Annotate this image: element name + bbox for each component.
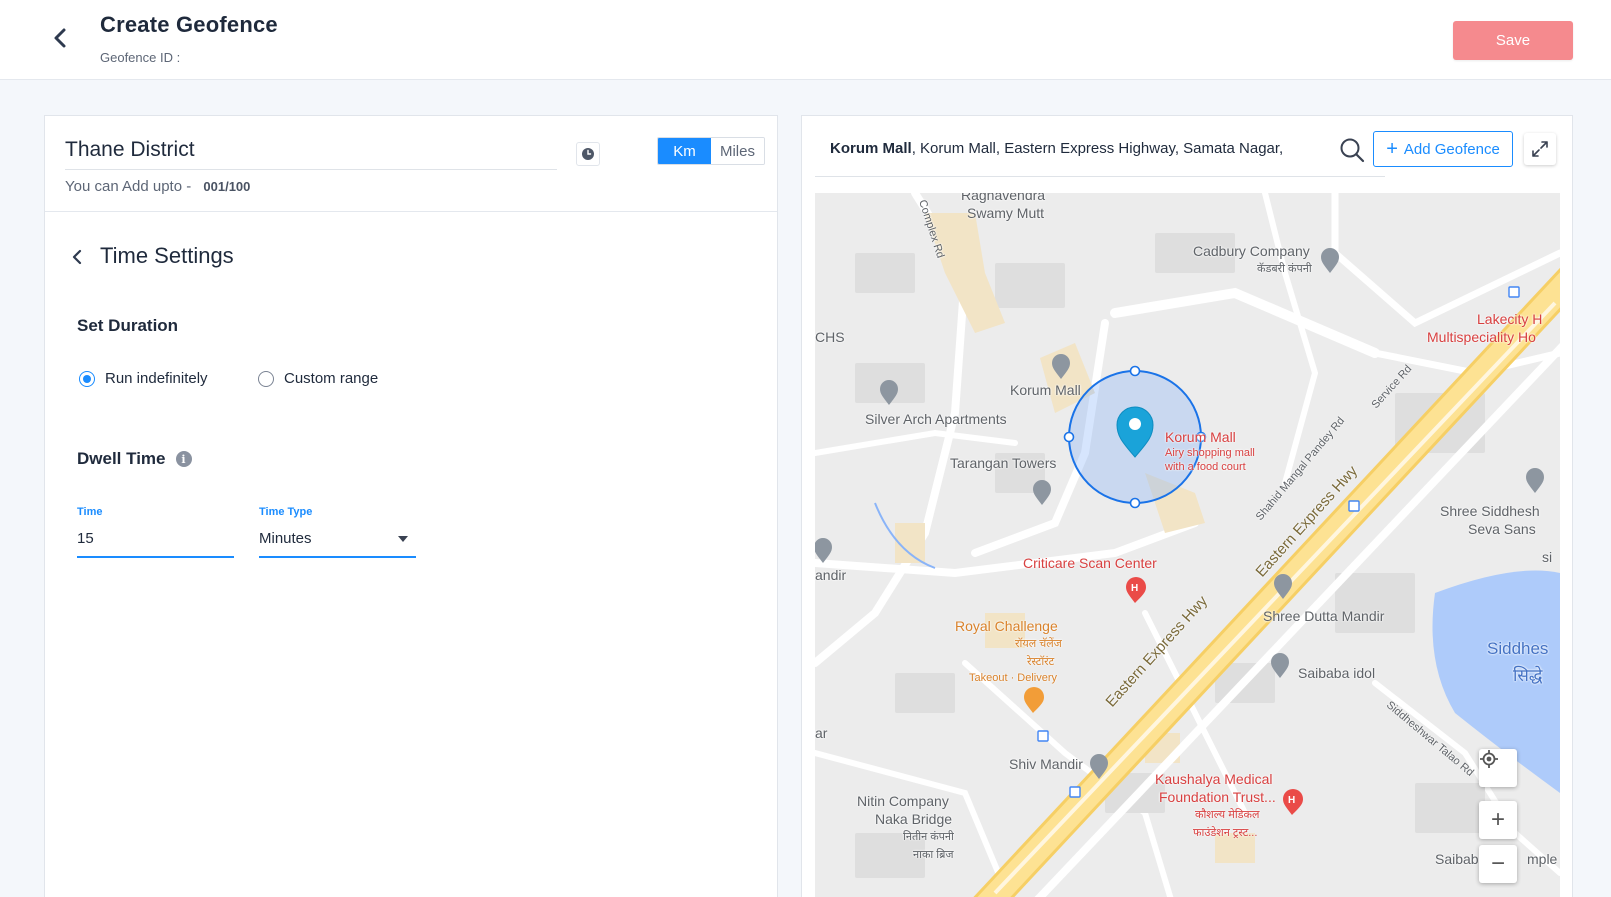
map-label: नाका ब्रिज (913, 849, 954, 861)
chevron-left-icon[interactable] (69, 249, 85, 265)
radio-custom-range[interactable]: Custom range (258, 370, 378, 387)
unit-toggle: Km Miles (657, 137, 765, 165)
map-panel: Korum Mall, Korum Mall, Eastern Express … (801, 115, 1573, 897)
map-label: andir (815, 567, 847, 583)
time-field-label: Time (77, 506, 103, 518)
svg-text:H: H (1288, 795, 1295, 806)
app-header: Create Geofence Geofence ID : Save (0, 0, 1611, 80)
map-label: Criticare Scan Center (1023, 555, 1157, 571)
add-limit-label: You can Add upto - (65, 178, 192, 195)
time-type-underline (259, 556, 416, 558)
plus-icon: + (1386, 138, 1398, 160)
address-underline (815, 176, 1385, 177)
map-label: Kaushalya Medical (1155, 771, 1273, 787)
map-label: Naka Bridge (875, 811, 953, 827)
settings-panel: Thane District Km Miles You can Add upto… (44, 115, 778, 897)
add-geofence-label: Add Geofence (1403, 140, 1500, 158)
map-label: नितीन कंपनी (903, 831, 954, 843)
section-title: Time Settings (100, 243, 234, 268)
fullscreen-icon[interactable] (1524, 133, 1556, 165)
map-label: कौशल्य मेडिकल (1195, 809, 1260, 821)
map-label: Lakecity H (1477, 311, 1543, 327)
info-icon[interactable]: i (175, 451, 192, 467)
add-limit-count: 001/100 (203, 179, 251, 194)
map-label: Korum Mall (1010, 382, 1081, 398)
radio-label: Run indefinitely (105, 370, 208, 387)
set-duration-heading: Set Duration (77, 316, 179, 335)
page-title: Create Geofence (100, 12, 278, 37)
map-label: Multispeciality Ho (1427, 329, 1536, 345)
map-label: Takeout · Delivery (969, 672, 1058, 684)
map-label: Saibaba idol (1298, 665, 1376, 681)
map-label: रॉयल चॅलेंज (1015, 638, 1062, 650)
map-label: Royal Challenge (955, 618, 1058, 634)
unit-km-button[interactable]: Km (658, 138, 711, 164)
map-label: with a food court (1165, 461, 1246, 473)
my-location-icon[interactable] (1479, 749, 1517, 787)
zoom-in-button[interactable]: + (1479, 801, 1517, 839)
radio-run-indefinitely[interactable]: Run indefinitely (79, 370, 208, 387)
radio-unchecked-icon[interactable] (258, 370, 274, 387)
map-label: si (1542, 549, 1553, 565)
save-button[interactable]: Save (1453, 21, 1573, 60)
map-label: Nitin Company (857, 793, 949, 809)
map-label: Korum Mall (1165, 429, 1236, 445)
add-limit-text: You can Add upto - 001/100 (65, 178, 250, 195)
map-label: Raghavendra (961, 193, 1046, 203)
unit-miles-button[interactable]: Miles (711, 138, 764, 164)
map-label: Silver Arch Apartments (865, 411, 1007, 427)
map-label: सिद्धे (1513, 666, 1543, 685)
map-label: Airy shopping mall (1165, 447, 1255, 459)
region-name-underline (65, 169, 557, 170)
search-address-input[interactable]: Korum Mall, Korum Mall, Eastern Express … (830, 140, 1283, 157)
map-label: Cadbury Company (1193, 243, 1310, 259)
map-view[interactable]: H H Raghavendra Swamy Mutt Complex Rd Ca… (815, 193, 1560, 897)
map-label: Saibab (1435, 851, 1479, 867)
chevron-down-icon[interactable] (398, 536, 408, 542)
map-label: फाउंडेशन ट्रस्ट... (1193, 827, 1258, 839)
time-input-underline (77, 556, 234, 558)
map-label: Swamy Mutt (967, 205, 1045, 221)
zoom-out-button[interactable]: − (1479, 845, 1517, 883)
map-label: Tarangan Towers (950, 455, 1057, 471)
map-label: ar (815, 725, 828, 741)
map-label: CHS (815, 329, 845, 345)
map-label: रेस्टॉरंट (1027, 656, 1055, 668)
time-input[interactable]: 15 (77, 530, 94, 547)
time-type-label: Time Type (259, 506, 313, 518)
clock-icon[interactable] (576, 142, 600, 166)
divider (45, 211, 777, 212)
time-type-select[interactable]: Minutes (259, 530, 312, 547)
map-label: Shiv Mandir (1009, 756, 1083, 772)
geofence-id-label: Geofence ID : (100, 50, 181, 65)
region-name-input[interactable]: Thane District (65, 138, 195, 162)
address-bold: Korum Mall (830, 140, 912, 157)
map-label: Shree Dutta Mandir (1263, 608, 1385, 624)
dwell-time-title: Dwell Time (77, 449, 166, 468)
add-geofence-button[interactable]: + Add Geofence (1373, 131, 1513, 167)
dwell-time-heading: Dwell Time i (77, 449, 192, 469)
back-arrow-icon[interactable] (46, 24, 74, 52)
map-label: mple (1527, 851, 1558, 867)
map-label: Siddhes (1487, 639, 1549, 658)
svg-text:H: H (1131, 583, 1138, 594)
map-label: Seva Sans (1468, 521, 1536, 537)
map-label: Foundation Trust... (1159, 789, 1276, 805)
address-rest: , Korum Mall, Eastern Express Highway, S… (911, 140, 1284, 157)
map-label: Shree Siddhesh (1440, 503, 1540, 519)
radio-label: Custom range (284, 370, 379, 387)
map-label: कॅडबरी कंपनी (1257, 263, 1312, 275)
radio-checked-icon[interactable] (79, 370, 95, 387)
search-icon[interactable] (1338, 136, 1366, 164)
